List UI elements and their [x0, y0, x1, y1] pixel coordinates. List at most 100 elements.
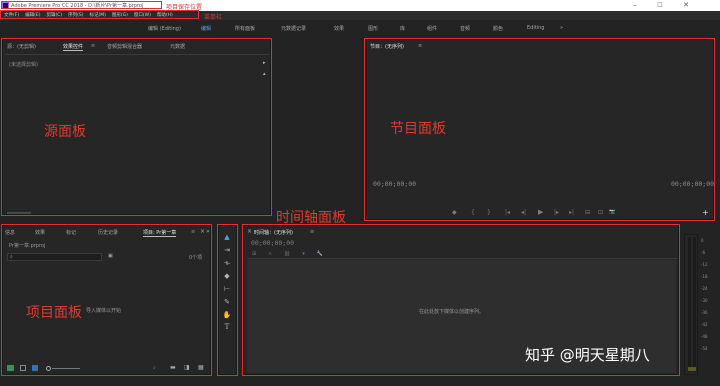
menu-graphics[interactable]: 图形(G): [109, 12, 131, 20]
razor-tool-icon[interactable]: ◆: [220, 271, 234, 282]
meter-tick-12: -12: [701, 262, 708, 267]
workspace-graphics[interactable]: 图形: [368, 25, 378, 32]
zoom-slider-handle[interactable]: [46, 365, 51, 371]
timeline-toolbar: ⊞ ∩ ⛓ ▾ 🔧: [252, 251, 323, 257]
project-overflow-icon[interactable]: »: [206, 228, 210, 235]
add-marker-timeline-icon[interactable]: ▾: [302, 251, 305, 257]
meter-tick-24: -24: [701, 286, 708, 291]
workspace-color[interactable]: 颜色: [493, 25, 503, 32]
go-to-in-icon[interactable]: |◂: [505, 209, 510, 216]
timeline-title[interactable]: 时间轴：(无序列): [254, 229, 293, 236]
icon-view-icon[interactable]: [32, 365, 38, 371]
workspace-effects[interactable]: 效果: [334, 25, 344, 32]
tab-effect-controls[interactable]: 效果控件: [63, 43, 84, 51]
tab-effects[interactable]: 效果: [35, 229, 45, 236]
program-monitor-view: [372, 52, 709, 177]
tab-history[interactable]: 历史记录: [98, 229, 118, 236]
selection-tool-icon[interactable]: ▲: [220, 232, 234, 243]
lock-icon[interactable]: [7, 365, 14, 371]
workspace-audio[interactable]: 音频: [460, 25, 470, 32]
workspace-all-panels[interactable]: 所有面板: [235, 25, 255, 32]
timeline-empty-hint: 在此处放下媒体以创建序列。: [419, 309, 485, 315]
pen-tool-icon[interactable]: ✎: [220, 297, 234, 308]
zhihu-watermark: 知乎 @明天星期八: [525, 346, 650, 364]
effect-controls-menu-icon[interactable]: ≡: [91, 43, 95, 49]
menu-edit[interactable]: 编辑(E): [22, 12, 43, 20]
source-scroll-arrow-icon[interactable]: ▴: [263, 71, 266, 77]
workspace-editing-legacy[interactable]: 编辑 (Editing): [148, 25, 181, 32]
close-button[interactable]: ✕: [681, 1, 691, 10]
new-bin-icon[interactable]: ▬: [170, 364, 176, 371]
mark-out-icon[interactable]: }: [487, 209, 491, 216]
menu-markers[interactable]: 标记(M): [87, 12, 109, 20]
tab-metadata[interactable]: 元数据: [170, 43, 185, 50]
menu-help[interactable]: 帮助(H): [154, 12, 176, 20]
project-close-icon[interactable]: ×: [200, 228, 205, 235]
snap-icon[interactable]: ∩: [268, 251, 272, 257]
workspace-metadata-logging[interactable]: 元数据记录: [281, 25, 306, 32]
workspace-assembly[interactable]: 组件: [427, 25, 437, 32]
source-expand-arrow-icon[interactable]: ▸: [263, 60, 266, 66]
track-select-tool-icon[interactable]: ⇥: [220, 245, 234, 256]
timeline-timecode[interactable]: 00;00;00;00: [251, 239, 294, 247]
source-panel-tabs: 源：(无剪辑) 效果控件 ≡ 音频剪辑混合器 元数据: [3, 40, 270, 52]
audio-meter-left-channel: [688, 237, 691, 372]
minimize-button[interactable]: –: [630, 1, 640, 10]
workspace-editing[interactable]: 编辑: [201, 25, 211, 32]
mark-in-icon[interactable]: {: [471, 209, 475, 216]
export-frame-icon[interactable]: 📷: [609, 209, 615, 215]
tab-info[interactable]: 信息: [5, 229, 15, 236]
program-timecode-left[interactable]: 00;00;00;00: [373, 180, 416, 188]
tab-source[interactable]: 源：(无剪辑): [7, 43, 36, 50]
annotation-project-panel: 项目面板: [26, 305, 82, 321]
find-icon[interactable]: ⌕: [153, 365, 156, 371]
meter-tick-0: 0: [701, 238, 704, 243]
tab-audio-clip-mixer[interactable]: 音频剪辑混合器: [107, 43, 142, 50]
annotation-program-panel: 节目面板: [390, 121, 446, 137]
new-item-icon[interactable]: ◨: [184, 364, 190, 371]
go-to-out-icon[interactable]: ▸|: [569, 209, 574, 216]
menu-file[interactable]: 文件(F): [1, 12, 22, 20]
premiere-logo-icon: [2, 2, 9, 9]
list-view-icon[interactable]: [20, 365, 26, 371]
type-tool-icon[interactable]: T: [220, 322, 234, 333]
delete-icon[interactable]: ▦: [198, 364, 204, 371]
extract-icon[interactable]: ⊡: [598, 209, 603, 216]
workspace-overflow-icon[interactable]: »: [560, 25, 563, 31]
zoom-slider-track[interactable]: [52, 367, 80, 369]
project-search-input[interactable]: ⌕: [7, 253, 102, 261]
menu-clip[interactable]: 剪辑(C): [43, 12, 65, 20]
timeline-close-icon[interactable]: ×: [247, 228, 252, 235]
source-scrollbar[interactable]: [7, 212, 31, 214]
new-bin-from-search-icon[interactable]: ▣: [108, 253, 113, 259]
program-add-button[interactable]: +: [702, 208, 709, 217]
project-menu-icon[interactable]: ≡: [191, 229, 195, 235]
hand-tool-icon[interactable]: ✋: [220, 310, 234, 321]
program-panel-title[interactable]: 节目：(无序列): [370, 43, 404, 50]
timeline-menu-icon[interactable]: ≡: [310, 229, 314, 235]
insert-sequence-icon[interactable]: ⊞: [252, 251, 256, 257]
tab-markers[interactable]: 标记: [66, 229, 76, 236]
lift-icon[interactable]: ⊟: [585, 209, 590, 216]
wrench-icon[interactable]: 🔧: [317, 251, 323, 257]
meter-tick-18: -18: [701, 274, 708, 279]
slip-tool-icon[interactable]: ⊢: [220, 284, 234, 295]
play-icon[interactable]: ▶: [538, 208, 543, 216]
step-forward-icon[interactable]: |▸: [554, 209, 559, 216]
workspaces-bar: 编辑 (Editing) 编辑 所有面板 元数据记录 效果 图形 库 组件 音频…: [0, 21, 720, 36]
workspace-editing-english[interactable]: Editing: [527, 25, 544, 31]
ripple-edit-tool-icon[interactable]: ⟛: [220, 258, 234, 269]
program-menu-icon[interactable]: ≡: [418, 43, 422, 49]
tab-project[interactable]: 项目: Pr第一章: [143, 229, 177, 237]
meter-tick-30: -30: [701, 298, 708, 303]
menu-sequence[interactable]: 序列(S): [65, 12, 86, 20]
linked-selection-icon[interactable]: ⛓: [284, 251, 290, 257]
step-back-icon[interactable]: ◂|: [521, 209, 526, 216]
workspace-libraries[interactable]: 库: [400, 25, 405, 32]
meter-tick-54: -54: [701, 346, 708, 351]
menu-window[interactable]: 窗口(W): [131, 12, 154, 20]
audio-meter-right-channel: [693, 237, 696, 372]
maximize-button[interactable]: ☐: [655, 1, 665, 10]
add-marker-icon[interactable]: ◆: [452, 209, 457, 216]
annotation-timeline-panel: 时间轴面板: [276, 210, 346, 226]
